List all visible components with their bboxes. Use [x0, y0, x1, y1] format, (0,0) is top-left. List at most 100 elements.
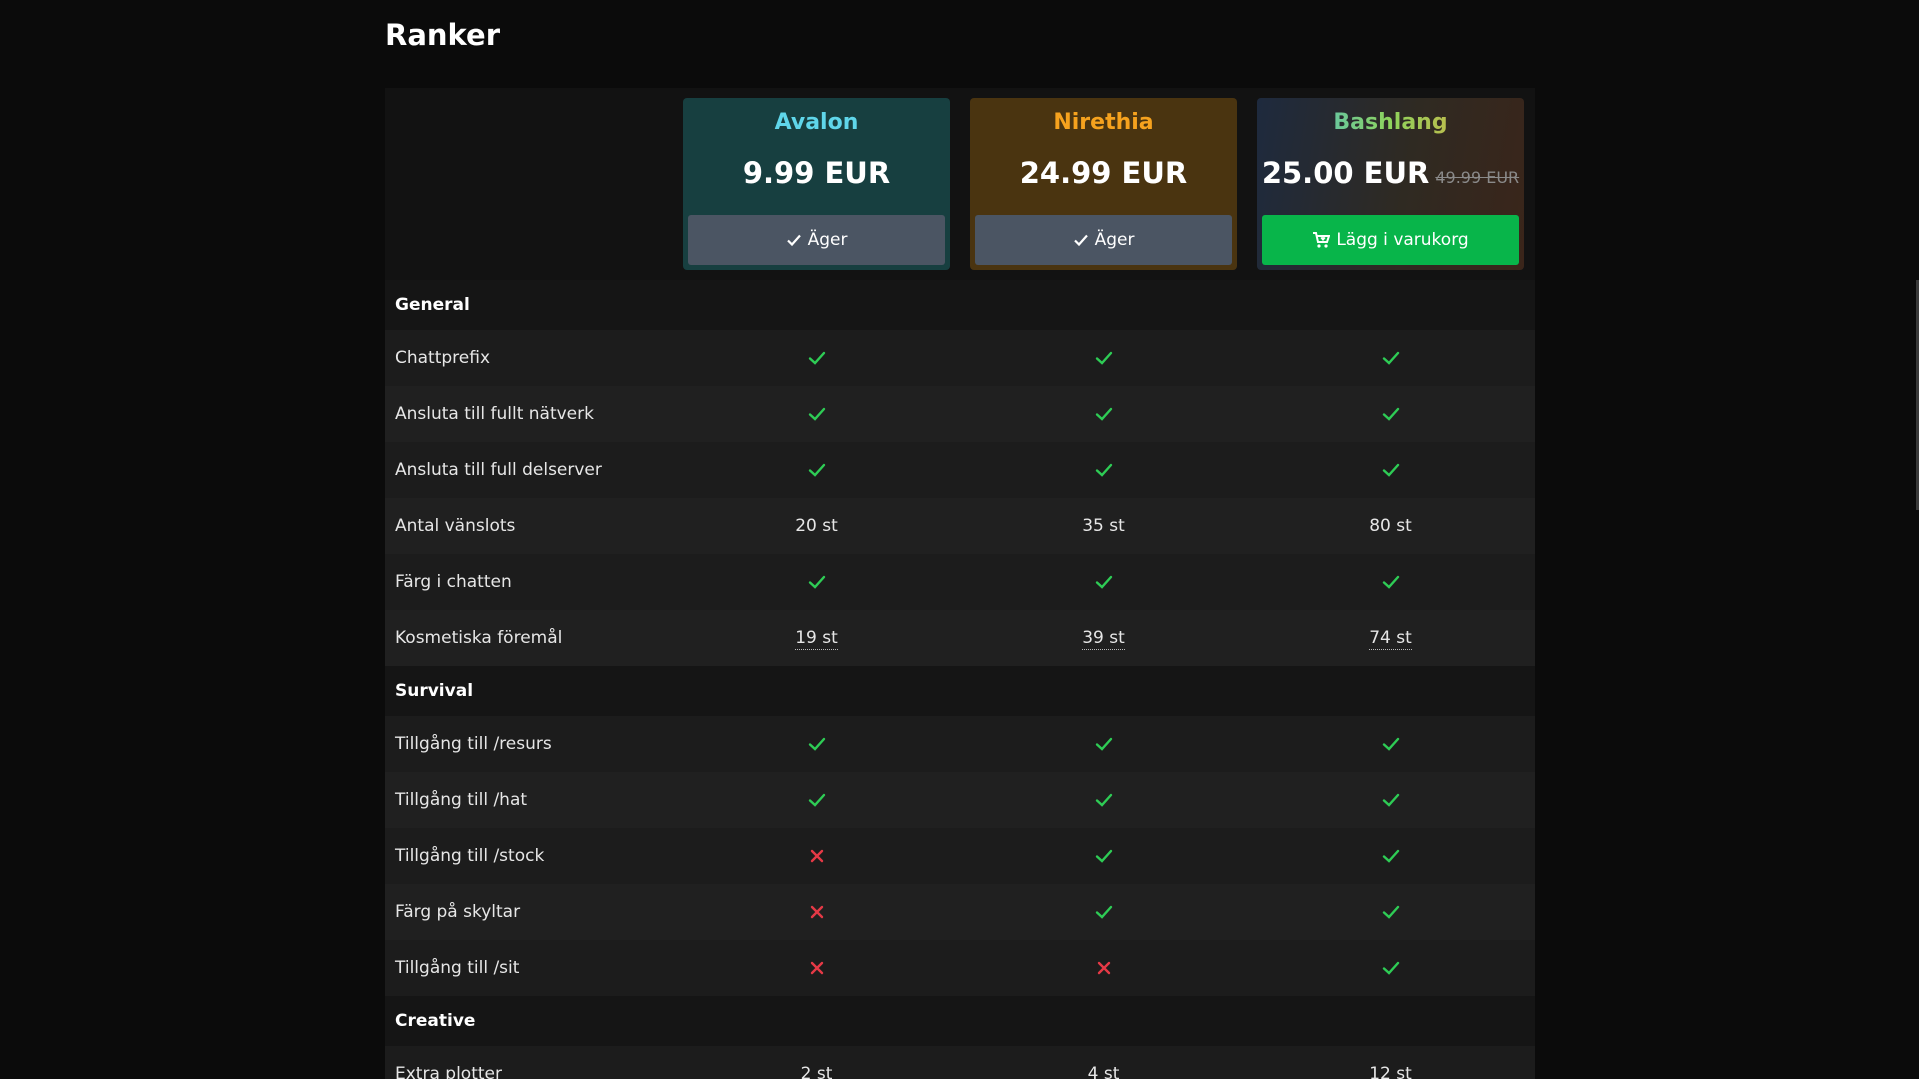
feature-value: 2 st: [683, 1064, 950, 1079]
check-icon: [1095, 905, 1112, 919]
rank-card-bashlang: Bashlang 25.00 EUR 49.99 EUR Lägg i varuk…: [1257, 98, 1524, 270]
rank-name: Avalon: [774, 110, 859, 135]
section-title: General: [395, 295, 470, 315]
feature-row: Extra plotter 2 st 4 st 12 st: [385, 1046, 1535, 1079]
cross-icon: [810, 849, 823, 863]
check-icon: [808, 463, 825, 477]
value-text: 2 st: [800, 1064, 833, 1079]
old-price: 49.99 EUR: [1435, 168, 1520, 187]
feature-label: Tillgång till /hat: [395, 790, 528, 810]
feature-value: [970, 846, 1237, 866]
feature-value: 39 st: [970, 628, 1237, 650]
feature-value: 80 st: [1257, 516, 1524, 536]
check-icon: [1095, 737, 1112, 751]
check-icon: [1095, 463, 1112, 477]
section-header: Survival: [385, 666, 1535, 716]
feature-row: Chattprefix: [385, 330, 1535, 386]
value-text: 80 st: [1369, 516, 1412, 536]
value-text: 12 st: [1369, 1064, 1412, 1079]
feature-value: [970, 958, 1237, 978]
button-label: Äger: [1094, 230, 1135, 250]
rank-price: 25.00 EUR 49.99 EUR: [1257, 156, 1524, 190]
feature-label: Ansluta till fullt nätverk: [395, 404, 594, 424]
rank-header: Avalon 9.99 EUR Äger Nirethia 24.99 EUR …: [385, 88, 1535, 280]
feature-value: 12 st: [1257, 1064, 1524, 1079]
feature-value: [1257, 572, 1524, 592]
cross-icon: [1097, 961, 1110, 975]
feature-value: [970, 348, 1237, 368]
feature-value: 74 st: [1257, 628, 1524, 650]
check-icon: [808, 793, 825, 807]
price-value: 24.99 EUR: [1019, 156, 1188, 190]
check-icon: [808, 737, 825, 751]
feature-row: Tillgång till /resurs: [385, 716, 1535, 772]
feature-row: Antal vänslots 20 st 35 st 80 st: [385, 498, 1535, 554]
feature-value: 20 st: [683, 516, 950, 536]
check-icon: [1382, 737, 1399, 751]
feature-value: [683, 902, 950, 922]
check-icon: [786, 234, 801, 247]
check-icon: [808, 407, 825, 421]
check-icon: [1382, 351, 1399, 365]
feature-label: Antal vänslots: [395, 516, 516, 536]
feature-row: Tillgång till /sit: [385, 940, 1535, 996]
feature-value: [683, 404, 950, 424]
feature-value: [1257, 348, 1524, 368]
section-header: General: [385, 280, 1535, 330]
value-text[interactable]: 19 st: [795, 628, 838, 650]
feature-value: [1257, 404, 1524, 424]
rank-comparison-table: Avalon 9.99 EUR Äger Nirethia 24.99 EUR …: [385, 88, 1535, 1079]
feature-label: Färg i chatten: [395, 572, 512, 592]
check-icon: [1095, 575, 1112, 589]
rank-price: 9.99 EUR: [683, 156, 950, 190]
button-label: Lägg i varukorg: [1336, 230, 1469, 250]
feature-rows: General Chattprefix Ansluta till fullt nät…: [385, 280, 1535, 1079]
section-title: Creative: [395, 1011, 476, 1031]
value-text[interactable]: 39 st: [1082, 628, 1125, 650]
feature-value: [683, 790, 950, 810]
feature-label: Färg på skyltar: [395, 902, 521, 922]
feature-label: Tillgång till /resurs: [395, 734, 552, 754]
feature-value: 4 st: [970, 1064, 1237, 1079]
check-icon: [1382, 575, 1399, 589]
feature-value: [1257, 958, 1524, 978]
feature-value: [683, 734, 950, 754]
add-to-cart-button[interactable]: Lägg i varukorg: [1262, 215, 1519, 265]
check-icon: [1382, 849, 1399, 863]
price-value: 9.99 EUR: [742, 156, 891, 190]
feature-value: 35 st: [970, 516, 1237, 536]
owned-button[interactable]: Äger: [688, 215, 945, 265]
check-icon: [1095, 407, 1112, 421]
rank-price: 24.99 EUR: [970, 156, 1237, 190]
feature-value: [683, 348, 950, 368]
owned-button[interactable]: Äger: [975, 215, 1232, 265]
feature-label: Chattprefix: [395, 348, 491, 368]
feature-value: [1257, 734, 1524, 754]
check-icon: [808, 575, 825, 589]
check-icon: [1382, 407, 1399, 421]
feature-value: [970, 572, 1237, 592]
page-title: Ranker: [385, 18, 501, 52]
check-icon: [1382, 905, 1399, 919]
feature-value: [683, 460, 950, 480]
feature-value: [683, 958, 950, 978]
rank-card-avalon: Avalon 9.99 EUR Äger: [683, 98, 950, 270]
feature-label: Ansluta till full delserver: [395, 460, 602, 480]
feature-row: Ansluta till full delserver: [385, 442, 1535, 498]
feature-row: Färg på skyltar: [385, 884, 1535, 940]
feature-label: Tillgång till /stock: [395, 846, 545, 866]
price-value: 25.00 EUR: [1261, 156, 1430, 190]
check-icon: [1095, 849, 1112, 863]
value-text: 4 st: [1087, 1064, 1120, 1079]
feature-value: [970, 902, 1237, 922]
cross-icon: [810, 961, 823, 975]
value-text[interactable]: 74 st: [1369, 628, 1412, 650]
feature-label: Extra plotter: [395, 1064, 502, 1079]
feature-label: Tillgång till /sit: [395, 958, 520, 978]
check-icon: [1095, 793, 1112, 807]
feature-row: Färg i chatten: [385, 554, 1535, 610]
rank-name: Bashlang: [1257, 110, 1524, 135]
feature-value: [970, 404, 1237, 424]
feature-value: [683, 572, 950, 592]
feature-value: 19 st: [683, 628, 950, 650]
